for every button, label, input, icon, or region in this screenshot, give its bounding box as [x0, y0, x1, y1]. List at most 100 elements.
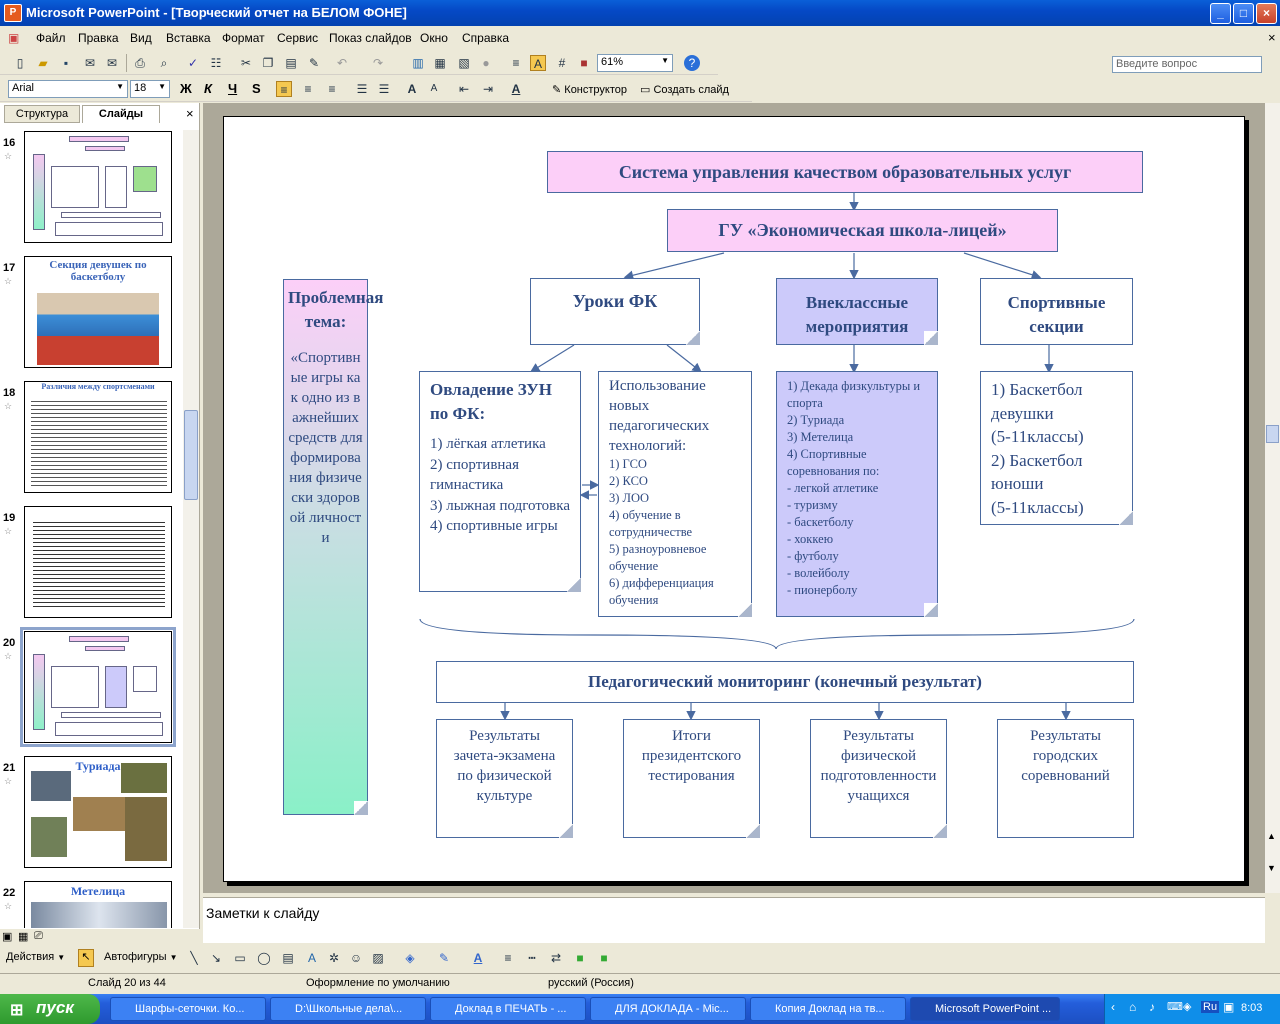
close-button[interactable]: × [1256, 3, 1277, 24]
doc-close-icon[interactable]: × [1268, 30, 1276, 45]
slideshow-view-icon[interactable]: ⎚ [34, 930, 43, 943]
bold-button[interactable]: Ж [180, 81, 192, 96]
minimize-button[interactable]: _ [1210, 3, 1231, 24]
grid-icon[interactable]: # [554, 55, 570, 71]
volume-icon[interactable]: ♪ [1149, 1000, 1155, 1014]
scroll-thumb[interactable] [184, 410, 198, 500]
format-painter-icon[interactable]: ✎ [306, 55, 322, 71]
scroll-thumb[interactable] [1266, 425, 1279, 443]
autoshapes-menu[interactable]: Автофигуры ▼ [104, 951, 178, 963]
doc-menu-icon[interactable]: ▣ [8, 31, 19, 45]
font-combo[interactable]: Arial ▼ [8, 80, 128, 98]
taskbar-item[interactable]: D:\Школьные дела\... [270, 997, 426, 1021]
hyperlink-icon[interactable]: ● [478, 55, 494, 71]
events-box[interactable]: 1) Декада физкультуры и спорта 2) Туриада… [776, 371, 938, 617]
oval-icon[interactable]: ◯ [256, 950, 272, 966]
email-icon[interactable]: ✉ [104, 55, 120, 71]
menu-file[interactable]: Файл [36, 31, 66, 45]
new-slide-button[interactable]: ▭ Создать слайд [640, 83, 729, 96]
cut-icon[interactable]: ✂ [238, 55, 254, 71]
3d-style-icon[interactable]: ■ [596, 950, 612, 966]
result-box-2[interactable]: Итоги президентского тестирования [623, 719, 760, 838]
taskbar-item[interactable]: Доклад в ПЕЧАТЬ - ... [430, 997, 586, 1021]
result-box-3[interactable]: Результаты физической подготовленности у… [810, 719, 947, 838]
next-slide-icon[interactable]: ▼ [1267, 863, 1276, 873]
menu-format[interactable]: Формат [222, 31, 265, 45]
rectangle-icon[interactable]: ▭ [232, 950, 248, 966]
top-system-box[interactable]: Система управления качеством образовател… [547, 151, 1143, 193]
prev-slide-icon[interactable]: ▲ [1267, 831, 1276, 841]
keyboard-icon[interactable]: ⌨ [1167, 1000, 1183, 1013]
research-icon[interactable]: ☷ [208, 55, 224, 71]
table-icon[interactable]: ▦ [432, 55, 448, 71]
maximize-button[interactable]: □ [1233, 3, 1254, 24]
font-color-icon[interactable]: A [508, 81, 524, 97]
expand-all-icon[interactable]: ≡ [508, 55, 524, 71]
decrease-font-icon[interactable]: A [426, 81, 442, 97]
redo-icon[interactable]: ↷ [370, 55, 386, 71]
help-icon[interactable]: ? [684, 55, 700, 71]
spelling-icon[interactable]: ✓ [185, 55, 201, 71]
show-formatting-icon[interactable]: A [530, 55, 546, 71]
problem-theme-box[interactable]: Проблемная тема: «Спортивные игры как од… [283, 279, 383, 815]
copy-icon[interactable]: ❐ [260, 55, 276, 71]
slide-thumb-16[interactable] [24, 131, 172, 243]
slide-thumb-21[interactable]: Туриада [24, 756, 172, 868]
tables-borders-icon[interactable]: ▧ [456, 55, 472, 71]
slide-thumb-22[interactable]: Метелица [24, 881, 172, 928]
slide-thumb-17[interactable]: Секция девушек по баскетболу [24, 256, 172, 368]
sections-box[interactable]: 1) Баскетбол девушки (5-11классы) 2) Баске… [980, 371, 1133, 525]
actions-menu[interactable]: Действия ▼ [6, 951, 65, 963]
taskbar-item[interactable]: ДЛЯ ДОКЛАДА - Mic... [590, 997, 746, 1021]
align-right-icon[interactable]: ≡ [324, 81, 340, 97]
editor-scrollbar[interactable]: ▲ ▼ [1265, 103, 1280, 893]
monitoring-box[interactable]: Педагогический мониторинг (конечный резу… [436, 661, 1134, 703]
zoom-combo[interactable]: 61% ▼ [597, 54, 673, 72]
technologies-box[interactable]: Использование новых педагогических техно… [598, 371, 752, 617]
start-button[interactable]: ⊞ пуск [0, 994, 100, 1024]
pane-close-icon[interactable]: × [186, 106, 194, 121]
open-icon[interactable]: ▰ [35, 55, 51, 71]
menu-window[interactable]: Окно [420, 31, 448, 45]
network-icon[interactable]: ⌂ [1129, 1000, 1136, 1014]
tray-app-icon[interactable]: ▣ [1223, 1000, 1234, 1014]
text-color-icon[interactable]: A [470, 950, 486, 966]
slide-thumb-20[interactable] [20, 627, 176, 747]
shield-icon[interactable]: ◈ [1183, 1000, 1191, 1013]
line-style-icon[interactable]: ≡ [500, 950, 516, 966]
select-pointer-icon[interactable]: ↖ [78, 949, 94, 967]
ask-question-input[interactable]: Введите вопрос [1112, 56, 1262, 73]
textbox-icon[interactable]: ▤ [280, 950, 296, 966]
increase-font-icon[interactable]: A [404, 81, 420, 97]
chart-icon[interactable]: ▥ [410, 55, 426, 71]
result-box-1[interactable]: Результаты зачета-экзамена по физической… [436, 719, 573, 838]
clipart-icon[interactable]: ☺ [348, 950, 364, 966]
align-center-icon[interactable]: ≡ [300, 81, 316, 97]
wordart-icon[interactable]: A [304, 950, 320, 966]
italic-button[interactable]: К [204, 81, 212, 96]
school-box[interactable]: ГУ «Экономическая школа-лицей» [667, 209, 1058, 252]
print-icon[interactable]: ⎙ [132, 55, 148, 71]
taskbar-item[interactable]: Копия Доклад на тв... [750, 997, 906, 1021]
language-indicator[interactable]: Ru [1201, 1001, 1220, 1013]
taskbar-item-active[interactable]: Microsoft PowerPoint ... [910, 997, 1060, 1021]
numbering-icon[interactable]: ☰ [354, 81, 370, 97]
bullets-icon[interactable]: ☰ [376, 81, 392, 97]
taskbar-item[interactable]: Шарфы-сеточки. Ко... [110, 997, 266, 1021]
arrow-style-icon[interactable]: ⇄ [548, 950, 564, 966]
preview-icon[interactable]: ⌕ [156, 55, 172, 71]
line-icon[interactable]: ╲ [186, 950, 202, 966]
extracurricular-box[interactable]: Внеклассные мероприятия [776, 278, 938, 345]
diagram-icon[interactable]: ✲ [326, 950, 342, 966]
slides-pane-scrollbar[interactable] [183, 130, 199, 928]
shadow-button[interactable]: S [252, 81, 261, 96]
picture-icon[interactable]: ▨ [370, 950, 386, 966]
menu-insert[interactable]: Вставка [166, 31, 211, 45]
menu-view[interactable]: Вид [130, 31, 152, 45]
tab-outline[interactable]: Структура [4, 105, 80, 123]
slide-thumb-19[interactable] [24, 506, 172, 618]
decrease-indent-icon[interactable]: ⇤ [456, 81, 472, 97]
permission-icon[interactable]: ✉ [82, 55, 98, 71]
tab-slides[interactable]: Слайды [82, 105, 160, 123]
shadow-style-icon[interactable]: ■ [572, 950, 588, 966]
